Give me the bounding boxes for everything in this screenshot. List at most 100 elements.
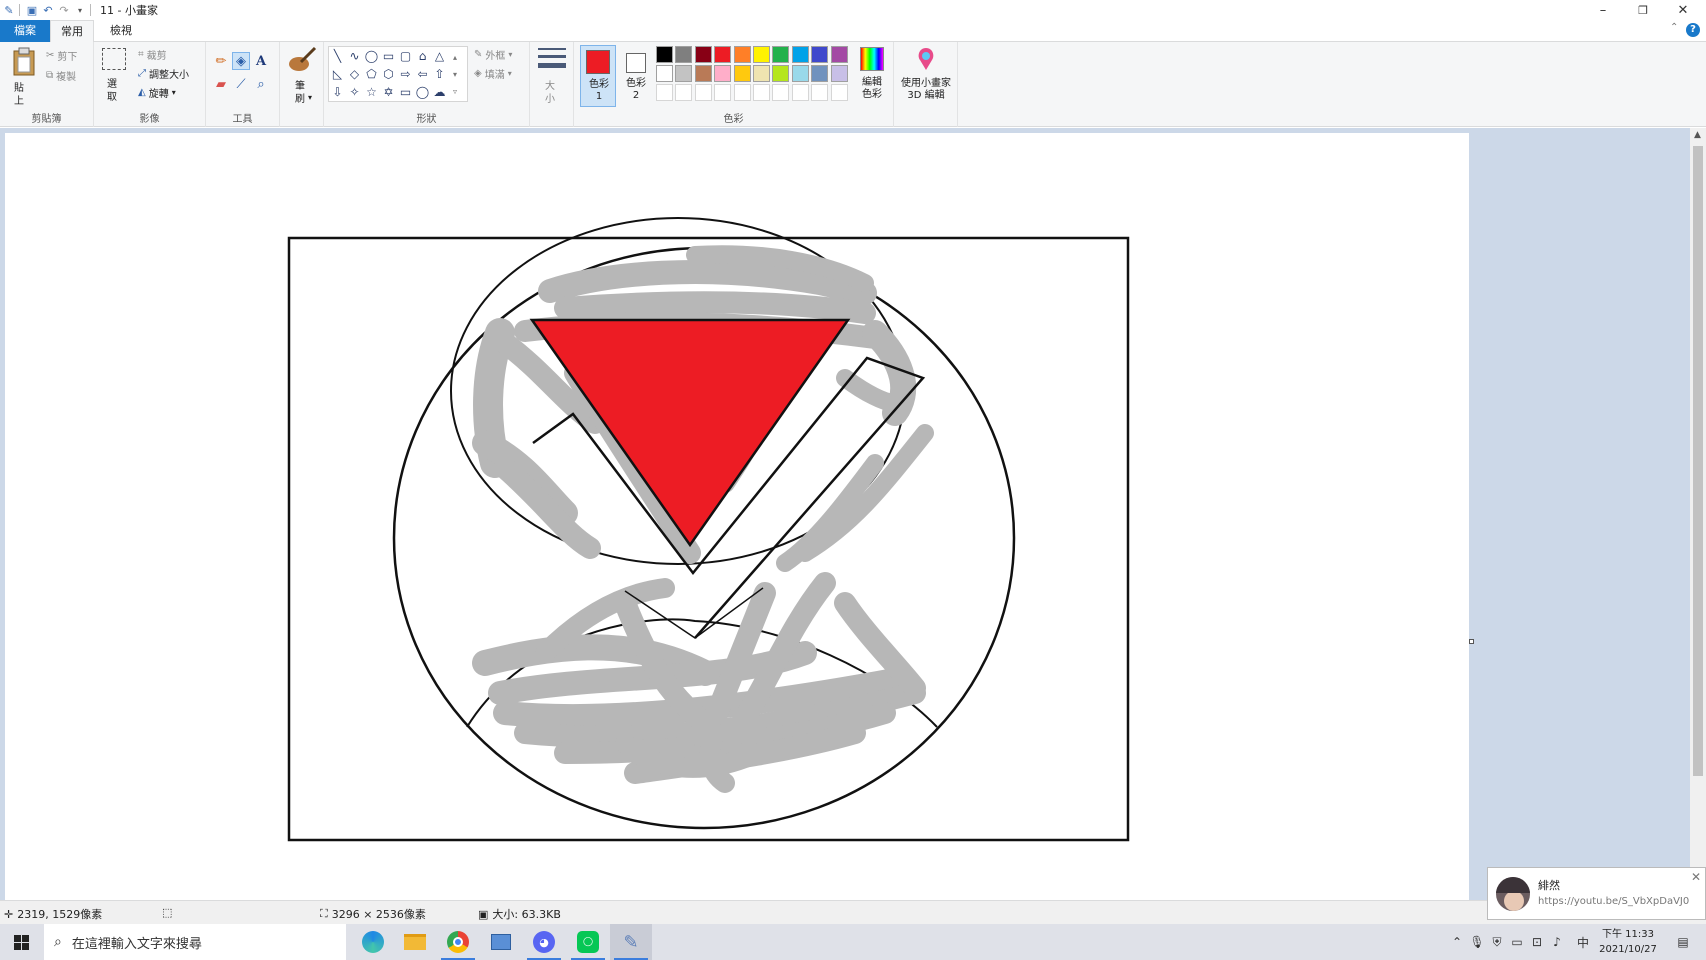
rectangle-shape-icon[interactable]: ▭	[380, 47, 397, 64]
four-point-star-shape-icon[interactable]: ✧	[346, 83, 363, 100]
copy-button[interactable]: ⧉ 複製	[46, 68, 76, 83]
color2-button[interactable]: 色彩 2	[618, 45, 654, 107]
tab-home[interactable]: 常用	[50, 20, 94, 42]
taskbar-line[interactable]: ◯	[567, 924, 609, 960]
notification-message[interactable]: https://youtu.be/S_VbXpDaVJ0	[1538, 896, 1689, 907]
palette-color-swatch[interactable]	[791, 46, 809, 63]
palette-color-swatch[interactable]	[714, 65, 732, 82]
edit-colors-button[interactable]: 編輯色彩	[854, 46, 890, 108]
five-point-star-shape-icon[interactable]: ☆	[363, 83, 380, 100]
text-tool-icon[interactable]: A	[252, 52, 270, 70]
six-point-star-shape-icon[interactable]: ✡	[380, 83, 397, 100]
palette-color-swatch[interactable]	[675, 84, 693, 101]
scrollbar-thumb[interactable]	[1693, 146, 1703, 776]
scroll-up-icon[interactable]: ▲	[1694, 130, 1701, 140]
oval-callout-shape-icon[interactable]: ◯	[414, 83, 431, 100]
taskbar-edge[interactable]	[352, 924, 394, 960]
right-arrow-shape-icon[interactable]: ⇨	[397, 65, 414, 82]
diamond-shape-icon[interactable]: ◇	[346, 65, 363, 82]
palette-color-swatch[interactable]	[753, 65, 770, 82]
up-arrow-shape-icon[interactable]: ⇧	[431, 65, 448, 82]
help-icon[interactable]: ?	[1686, 23, 1700, 37]
security-icon[interactable]: ⛨	[1488, 924, 1506, 960]
cut-button[interactable]: ✂ 剪下	[46, 48, 77, 63]
palette-color-swatch[interactable]	[714, 46, 732, 63]
palette-color-swatch[interactable]	[733, 46, 751, 63]
drawing[interactable]	[5, 133, 1469, 900]
palette-color-swatch[interactable]	[811, 84, 829, 101]
color-picker-icon[interactable]: ⟋	[232, 75, 250, 93]
palette-color-swatch[interactable]	[656, 65, 673, 82]
volume-icon[interactable]: ♪	[1548, 924, 1566, 960]
notification-toast[interactable]: 緋然 https://youtu.be/S_VbXpDaVJ0 ✕	[1487, 867, 1706, 920]
tab-file[interactable]: 檔案	[0, 20, 50, 42]
oval-shape-icon[interactable]: ◯	[363, 47, 380, 64]
down-arrow-shape-icon[interactable]: ⇩	[329, 83, 346, 100]
undo-icon[interactable]: ↶	[41, 3, 55, 17]
start-button[interactable]	[0, 924, 42, 960]
outline-button[interactable]: ✎ 外框 ▾	[474, 47, 512, 62]
palette-color-swatch[interactable]	[733, 65, 751, 82]
customize-quick-access-icon[interactable]: ▾	[73, 3, 87, 17]
canvas-workspace[interactable]	[0, 128, 1690, 900]
paint3d-button[interactable]: 使用小畫家 3D 編輯	[894, 42, 958, 127]
cloud-callout-shape-icon[interactable]: ☁	[431, 83, 448, 100]
left-arrow-shape-icon[interactable]: ⇦	[414, 65, 431, 82]
taskbar-discord[interactable]: ◕	[523, 924, 565, 960]
eraser-icon[interactable]: ▰	[212, 75, 230, 93]
network-icon[interactable]: ⊡	[1528, 924, 1546, 960]
microphone-icon[interactable]: 🎙	[1468, 924, 1486, 960]
minimize-button[interactable]: –	[1583, 0, 1623, 20]
brushes-group[interactable]: 筆刷 ▾	[280, 42, 324, 127]
palette-color-swatch[interactable]	[656, 46, 673, 63]
palette-color-swatch[interactable]	[733, 84, 751, 101]
palette-color-swatch[interactable]	[772, 46, 790, 63]
drawing-canvas[interactable]	[5, 133, 1474, 900]
line-shape-icon[interactable]: ╲	[329, 47, 346, 64]
collapse-ribbon-icon[interactable]: ⌃	[1670, 22, 1678, 33]
color1-button[interactable]: 色彩 1	[580, 45, 616, 107]
resize-button[interactable]: ⤢ 調整大小	[138, 66, 189, 81]
taskbar-search[interactable]: ⌕ 在這裡輸入文字來搜尋	[44, 924, 346, 960]
palette-color-swatch[interactable]	[753, 84, 770, 101]
save-icon[interactable]: ▣	[25, 3, 39, 17]
palette-color-swatch[interactable]	[675, 65, 693, 82]
rounded-rectangle-shape-icon[interactable]: ▢	[397, 47, 414, 64]
close-icon[interactable]: ✕	[1691, 870, 1701, 884]
clock[interactable]: 下午 11:33 2021/10/27	[1594, 927, 1662, 957]
vertical-scrollbar[interactable]: ▲	[1690, 128, 1706, 900]
palette-color-swatch[interactable]	[811, 46, 829, 63]
palette-color-swatch[interactable]	[772, 65, 790, 82]
palette-color-swatch[interactable]	[753, 46, 770, 63]
ime-indicator[interactable]: 中	[1574, 924, 1592, 960]
triangle-shape-icon[interactable]: △	[431, 47, 448, 64]
polygon-shape-icon[interactable]: ⌂	[414, 47, 431, 64]
palette-color-swatch[interactable]	[694, 46, 712, 63]
taskbar-chrome[interactable]	[437, 924, 479, 960]
palette-color-swatch[interactable]	[772, 84, 790, 101]
canvas-resize-handle[interactable]	[1469, 639, 1474, 644]
redo-icon[interactable]: ↷	[57, 3, 71, 17]
taskbar-file-explorer[interactable]	[394, 924, 436, 960]
shapes-scroll-icon[interactable]: ▴ ▾ ▿	[453, 49, 457, 100]
pencil-icon[interactable]: ✏	[212, 52, 230, 70]
tab-view[interactable]: 檢視	[100, 20, 142, 42]
palette-color-swatch[interactable]	[656, 84, 673, 101]
magnifier-icon[interactable]: ⌕	[252, 75, 270, 93]
taskbar-app[interactable]	[480, 924, 522, 960]
select-button[interactable]: 選取	[100, 46, 128, 108]
palette-color-swatch[interactable]	[811, 65, 829, 82]
crop-button[interactable]: ⌗ 裁剪	[138, 47, 167, 62]
restore-button[interactable]: ❐	[1623, 0, 1663, 20]
palette-color-swatch[interactable]	[675, 46, 693, 63]
fill-button[interactable]: ◈ 填滿 ▾	[474, 66, 512, 81]
palette-color-swatch[interactable]	[830, 65, 848, 82]
fill-bucket-icon[interactable]: ◈	[232, 52, 250, 70]
palette-color-swatch[interactable]	[694, 84, 712, 101]
palette-color-swatch[interactable]	[830, 46, 848, 63]
battery-icon[interactable]: ▭	[1508, 924, 1526, 960]
show-hidden-icons[interactable]: ⌃	[1448, 924, 1466, 960]
hexagon-shape-icon[interactable]: ⬡	[380, 65, 397, 82]
pentagon-shape-icon[interactable]: ⬠	[363, 65, 380, 82]
curve-shape-icon[interactable]: ∿	[346, 47, 363, 64]
